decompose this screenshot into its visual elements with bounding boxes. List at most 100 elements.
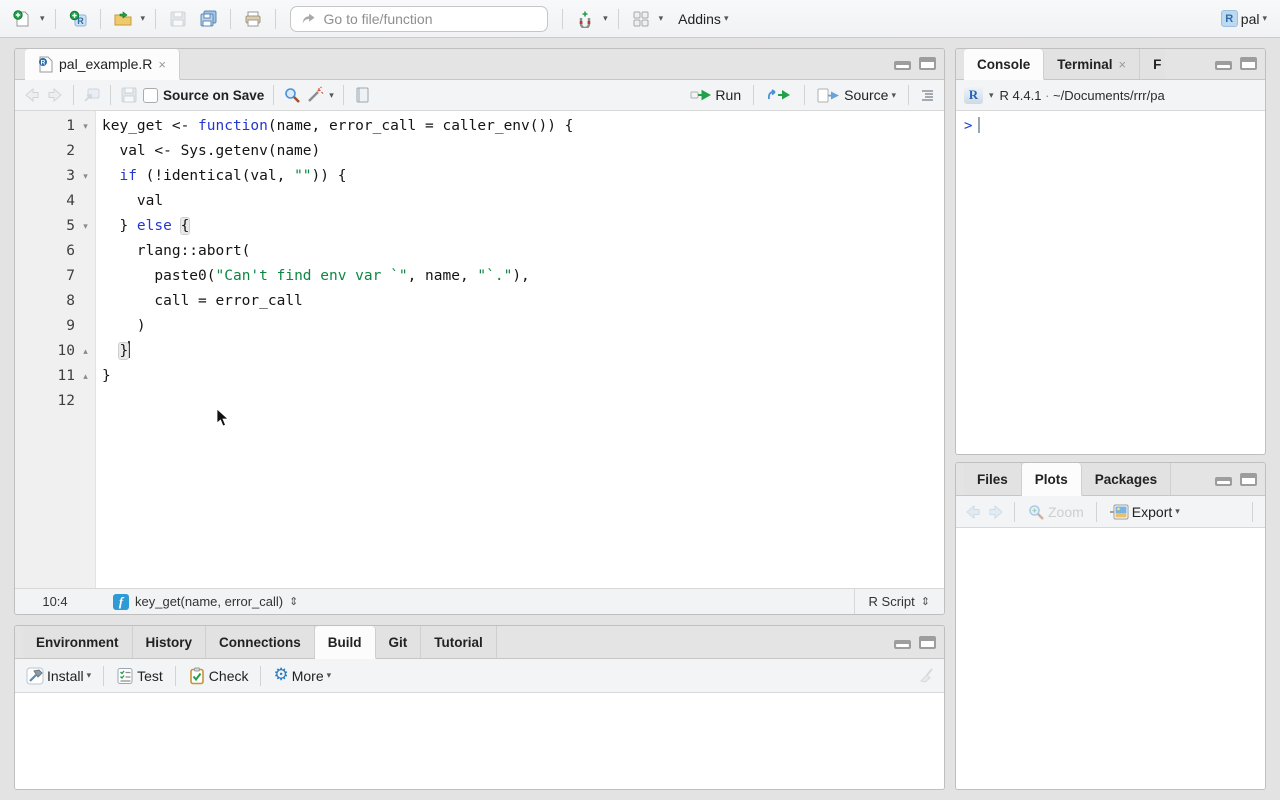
code-line[interactable]: 3▾ if (!identical(val, "")) {	[15, 164, 944, 189]
tab-connections[interactable]: Connections	[206, 626, 315, 658]
tab-plots[interactable]: Plots	[1022, 463, 1082, 496]
save-all-button[interactable]	[196, 8, 220, 30]
function-icon: f	[113, 594, 129, 610]
pane-layout-caret-icon[interactable]: ▾	[659, 14, 664, 23]
compile-report-icon[interactable]	[353, 86, 371, 104]
save-icon	[169, 10, 187, 28]
fold-marker-icon[interactable]: ▴	[75, 364, 96, 389]
rerun-button[interactable]	[763, 86, 795, 104]
back-icon[interactable]	[23, 86, 41, 104]
document-outline-icon[interactable]	[918, 86, 936, 104]
scope-selector[interactable]: f key_get(name, error_call) ⇕	[95, 594, 298, 610]
tab-git[interactable]: Git	[376, 626, 422, 658]
tab-tutorial[interactable]: Tutorial	[421, 626, 497, 658]
goto-file-function-input[interactable]	[324, 11, 538, 27]
new-file-button[interactable]	[10, 8, 34, 30]
editor-lines: 1▾key_get <- function(name, error_call =…	[15, 111, 944, 414]
console-output[interactable]: >	[956, 111, 1265, 140]
more-label: More	[292, 668, 324, 684]
check-button[interactable]: Check	[185, 665, 252, 687]
code-text: if (!identical(val, "")) {	[96, 164, 346, 189]
tab-build[interactable]: Build	[315, 626, 376, 659]
open-file-caret-icon[interactable]: ▾	[141, 14, 146, 23]
fold-marker-icon[interactable]: ▾	[75, 164, 96, 189]
fold-marker-icon[interactable]: ▴	[75, 339, 96, 364]
print-button[interactable]	[241, 8, 265, 30]
code-tools-icon[interactable]	[306, 86, 324, 104]
zoom-icon	[1027, 503, 1045, 521]
minimize-pane-button[interactable]	[894, 640, 911, 649]
code-line[interactable]: 8 call = error_call	[15, 289, 944, 314]
code-line[interactable]: 11▴}	[15, 364, 944, 389]
maximize-pane-button[interactable]	[1240, 57, 1257, 70]
divider	[1014, 502, 1015, 522]
tab-truncated[interactable]: F	[1140, 49, 1165, 79]
test-button[interactable]: Test	[113, 665, 166, 687]
minimize-pane-button[interactable]	[1215, 477, 1232, 486]
next-plot-icon[interactable]	[987, 503, 1005, 521]
close-icon[interactable]: ×	[1119, 57, 1127, 72]
install-button[interactable]: Install ▾	[23, 665, 94, 687]
r-version-caret-icon[interactable]: ▾	[989, 91, 994, 100]
divider	[275, 9, 276, 29]
zoom-plot-button[interactable]: Zoom	[1024, 501, 1087, 523]
tab-packages[interactable]: Packages	[1082, 463, 1171, 495]
open-file-button[interactable]	[111, 8, 135, 30]
new-file-caret-icon[interactable]: ▾	[40, 14, 45, 23]
minimize-pane-button[interactable]	[1215, 61, 1232, 70]
code-line[interactable]: 2 val <- Sys.getenv(name)	[15, 139, 944, 164]
previous-plot-icon[interactable]	[964, 503, 982, 521]
find-replace-icon[interactable]	[283, 86, 301, 104]
code-editor[interactable]: 1▾key_get <- function(name, error_call =…	[15, 111, 944, 588]
forward-icon[interactable]	[46, 86, 64, 104]
version-control-caret-icon[interactable]: ▾	[603, 14, 608, 23]
tab-console[interactable]: Console	[964, 49, 1044, 80]
code-tools-caret-icon[interactable]: ▾	[329, 91, 334, 100]
open-in-window-icon[interactable]	[83, 86, 101, 104]
project-menu-button[interactable]: R pal ▾	[1218, 8, 1270, 29]
export-plot-button[interactable]: Export ▾	[1106, 502, 1183, 522]
tab-terminal[interactable]: Terminal ×	[1044, 49, 1140, 79]
tab-pal-example[interactable]: R pal_example.R ×	[25, 49, 180, 80]
run-button[interactable]: Run	[687, 85, 744, 105]
save-button[interactable]	[166, 8, 190, 30]
tutorial-tab-label: Tutorial	[434, 635, 483, 650]
fold-marker-empty	[75, 289, 96, 314]
source-tab-title: pal_example.R	[59, 56, 152, 72]
build-toolbar: Install ▾ Test Check ⚙ More	[15, 659, 944, 693]
fold-marker-icon[interactable]: ▾	[75, 214, 96, 239]
file-type-selector[interactable]: R Script ⇕	[854, 589, 944, 614]
close-icon[interactable]: ×	[158, 57, 166, 72]
addins-button[interactable]: Addins ▾	[675, 9, 731, 29]
line-number: 7	[15, 264, 75, 289]
version-control-button[interactable]	[573, 8, 597, 30]
tab-history[interactable]: History	[133, 626, 207, 658]
build-pane: Environment History Connections Build Gi…	[14, 625, 945, 790]
new-project-button[interactable]: R	[66, 8, 90, 30]
maximize-pane-button[interactable]	[1240, 473, 1257, 486]
fold-marker-icon[interactable]: ▾	[75, 114, 96, 139]
clear-output-broom-icon[interactable]	[918, 667, 936, 685]
maximize-pane-button[interactable]	[919, 57, 936, 70]
goto-file-function-box[interactable]	[290, 6, 548, 32]
code-line[interactable]: 10▴ }	[15, 339, 944, 364]
code-line[interactable]: 12	[15, 389, 944, 414]
source-button[interactable]: Source ▾	[814, 85, 899, 105]
tab-files[interactable]: Files	[964, 463, 1022, 495]
code-line[interactable]: 4 val	[15, 189, 944, 214]
maximize-pane-button[interactable]	[919, 636, 936, 649]
more-button[interactable]: ⚙ More ▾	[270, 665, 334, 686]
code-text: } else {	[96, 214, 189, 239]
code-line[interactable]: 5▾ } else {	[15, 214, 944, 239]
pane-layout-button[interactable]	[629, 8, 653, 30]
plots-toolbar: Zoom Export ▾	[956, 496, 1265, 528]
source-tabstrip: R pal_example.R ×	[15, 49, 944, 80]
minimize-pane-button[interactable]	[894, 61, 911, 70]
code-line[interactable]: 1▾key_get <- function(name, error_call =…	[15, 114, 944, 139]
save-icon[interactable]	[120, 86, 138, 104]
tab-environment[interactable]: Environment	[23, 626, 133, 658]
code-line[interactable]: 6 rlang::abort(	[15, 239, 944, 264]
source-on-save-checkbox[interactable]	[143, 88, 158, 103]
code-line[interactable]: 9 )	[15, 314, 944, 339]
code-line[interactable]: 7 paste0("Can't find env var `", name, "…	[15, 264, 944, 289]
